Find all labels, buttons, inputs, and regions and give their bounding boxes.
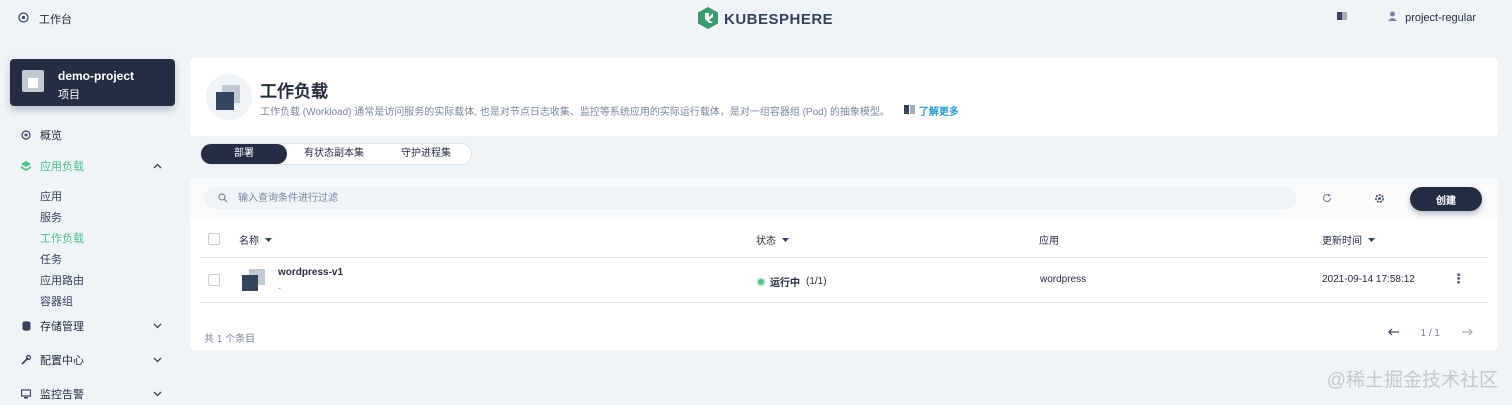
row-divider: [200, 302, 1488, 303]
column-status-label: 状态: [756, 236, 776, 247]
sidebar-item-label: 应用负载: [40, 161, 84, 173]
workbench-link[interactable]: 工作台: [18, 11, 72, 27]
column-name-label: 名称: [239, 236, 259, 247]
more-actions-icon[interactable]: ⋮: [1452, 271, 1465, 287]
row-checkbox[interactable]: [208, 274, 220, 286]
page-header: 工作负载 工作负载 (Workload) 通常是访问服务的实际载体, 也是对节点…: [190, 58, 1498, 136]
deployment-icon: [242, 269, 266, 293]
sidebar-subitem-jobs[interactable]: 任务: [40, 251, 62, 267]
row-divider: [200, 257, 1488, 258]
user-icon: [1388, 11, 1398, 24]
refresh-icon[interactable]: [1318, 189, 1336, 207]
database-icon: [21, 321, 31, 331]
sidebar-item-monitoring[interactable]: 监控告警: [0, 383, 190, 405]
chevron-down-icon[interactable]: [153, 321, 162, 332]
workload-table: 创建 名称 状态 应用 更新时间 wordpress-v1 - 运行中: [190, 178, 1498, 350]
workload-tabs: 部署 有状态副本集 守护进程集: [200, 143, 472, 165]
project-icon: [22, 70, 44, 92]
project-name: demo-project: [58, 69, 135, 83]
learn-more-label: 了解更多: [918, 107, 959, 118]
watermark: @稀土掘金技术社区: [1326, 370, 1498, 391]
search-icon: [218, 193, 228, 203]
chevron-up-icon[interactable]: [153, 161, 162, 172]
overview-icon: [21, 130, 31, 140]
user-name: project-regular: [1405, 11, 1476, 24]
sidebar-item-label: 配置中心: [40, 355, 84, 367]
chevron-down-icon[interactable]: [153, 355, 162, 366]
workbench-icon: [18, 12, 29, 26]
status-replicas: (1/1): [806, 276, 827, 287]
status-text: 运行中: [770, 278, 800, 289]
sort-down-icon: [1368, 234, 1375, 245]
sort-down-icon: [265, 234, 272, 245]
sidebar-item-storage[interactable]: 存储管理: [0, 315, 190, 337]
search-input[interactable]: [236, 191, 1140, 205]
sidebar-item-label: 存储管理: [40, 321, 84, 333]
layers-icon: [21, 161, 31, 171]
status-dot-icon: [758, 278, 764, 285]
sidebar-subitem-pods[interactable]: 容器组: [40, 293, 73, 309]
tab-daemonsets[interactable]: 守护进程集: [381, 144, 471, 164]
monitor-icon: [21, 389, 31, 399]
page-indicator: 1 / 1: [1420, 328, 1440, 339]
page-description: 工作负载 (Workload) 通常是访问服务的实际载体, 也是对节点日志收集、…: [260, 103, 959, 118]
sort-down-icon: [782, 234, 789, 245]
kubesphere-logo[interactable]: KUBESPHERE: [698, 7, 833, 32]
search-bar[interactable]: [204, 187, 1296, 209]
chevron-down-icon[interactable]: [153, 389, 162, 400]
column-header-updated[interactable]: 更新时间: [1322, 232, 1375, 247]
logo-text: KUBESPHERE: [724, 11, 834, 28]
column-app-label: 应用: [1039, 236, 1059, 247]
page-title: 工作负载: [260, 82, 328, 101]
user-menu[interactable]: project-regular: [1388, 11, 1476, 24]
total-count: 共 1 个条目: [204, 334, 256, 345]
updated-cell: 2021-09-14 17:58:12: [1322, 274, 1415, 285]
sidebar-subitem-services[interactable]: 服务: [40, 209, 62, 225]
toolbox-icon[interactable]: [1337, 11, 1348, 24]
wrench-icon: [21, 355, 31, 365]
workload-icon: [206, 74, 252, 120]
workload-description: -: [278, 283, 281, 293]
tab-deployments[interactable]: 部署: [201, 144, 287, 164]
app-cell: wordpress: [1040, 274, 1087, 285]
create-button[interactable]: 创建: [1410, 187, 1482, 211]
book-icon: [903, 104, 915, 117]
sidebar-item-app-workloads[interactable]: 应用负载: [0, 155, 190, 177]
table-toolbar: 创建: [190, 178, 1498, 219]
sidebar-subitem-routes[interactable]: 应用路由: [40, 272, 84, 288]
project-type: 项目: [58, 89, 80, 101]
sidebar-subitem-apps[interactable]: 应用: [40, 188, 62, 204]
prev-page-icon[interactable]: [1387, 328, 1399, 339]
pagination: 1 / 1: [1387, 328, 1474, 339]
column-header-name[interactable]: 名称: [239, 232, 272, 247]
sidebar: demo-project 项目 概览 应用负载 应用 服务 工作负载 任务 应用…: [0, 36, 190, 401]
project-selector[interactable]: demo-project 项目: [10, 59, 175, 106]
next-page-icon[interactable]: [1462, 328, 1474, 339]
column-header-app: 应用: [1039, 232, 1059, 247]
sidebar-item-label: 概览: [40, 130, 62, 142]
sidebar-item-config[interactable]: 配置中心: [0, 349, 190, 371]
tab-statefulsets[interactable]: 有状态副本集: [287, 144, 381, 164]
top-bar: 工作台 KUBESPHERE project-regular: [0, 0, 1512, 36]
status-badge: 运行中 (1/1): [758, 274, 827, 289]
workload-name-link[interactable]: wordpress-v1: [278, 267, 343, 278]
workbench-label: 工作台: [39, 14, 72, 26]
gear-icon[interactable]: [1370, 189, 1388, 207]
select-all-checkbox[interactable]: [208, 233, 220, 245]
kubesphere-logo-icon: [698, 7, 718, 32]
description-text: 工作负载 (Workload) 通常是访问服务的实际载体, 也是对节点日志收集、…: [260, 107, 890, 118]
column-header-status[interactable]: 状态: [756, 232, 789, 247]
column-updated-label: 更新时间: [1322, 236, 1362, 247]
sidebar-item-overview[interactable]: 概览: [0, 124, 190, 146]
sidebar-subitem-workloads[interactable]: 工作负载: [40, 230, 84, 246]
learn-more-link[interactable]: 了解更多: [903, 103, 959, 118]
